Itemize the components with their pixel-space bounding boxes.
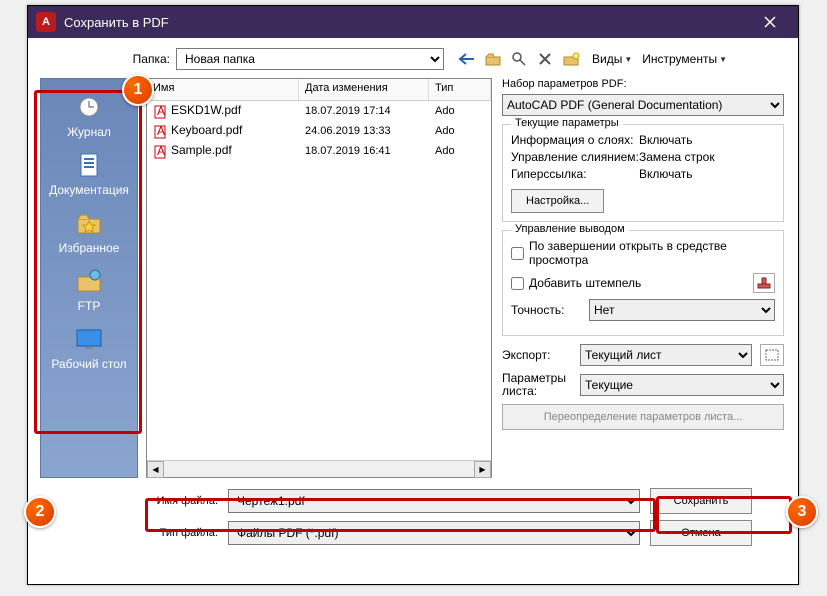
up-folder-icon[interactable]: [482, 48, 504, 70]
chevron-down-icon: ▼: [624, 55, 632, 64]
scroll-left-icon[interactable]: ◀: [147, 461, 164, 478]
star-folder-icon: [73, 209, 105, 237]
place-history[interactable]: Журнал: [41, 89, 137, 143]
place-documents[interactable]: Документация: [41, 147, 137, 201]
chevron-down-icon: ▼: [719, 55, 727, 64]
folder-select[interactable]: Новая папка: [176, 48, 444, 70]
group-title: Управление выводом: [511, 223, 629, 235]
main-area: Журнал Документация Избранное FTP Рабочи…: [40, 78, 786, 478]
override-button[interactable]: Переопределение параметров листа...: [502, 404, 784, 430]
window-title: Сохранить в PDF: [64, 15, 750, 30]
cancel-button[interactable]: Отмена: [650, 520, 752, 546]
export-select[interactable]: Текущий лист: [580, 344, 752, 366]
annotation-badge-3: 3: [786, 496, 818, 528]
settings-button[interactable]: Настройка...: [511, 189, 604, 213]
delete-icon[interactable]: [534, 48, 556, 70]
save-button[interactable]: Сохранить: [650, 488, 752, 514]
annotation-badge-1: 1: [122, 74, 154, 106]
filename-input[interactable]: Чертеж1.pdf: [228, 489, 640, 513]
stamp-icon[interactable]: [753, 273, 775, 293]
place-ftp[interactable]: FTP: [41, 263, 137, 317]
pdf-icon: A: [153, 105, 167, 119]
pdf-icon: A: [153, 145, 167, 159]
app-icon: A: [36, 12, 56, 32]
group-title: Текущие параметры: [511, 117, 623, 129]
right-panel: Набор параметров PDF: AutoCAD PDF (Gener…: [500, 78, 786, 478]
filename-label: Имя файла:: [146, 495, 218, 507]
preset-select[interactable]: AutoCAD PDF (General Documentation): [502, 94, 784, 116]
folder-label: Папка:: [128, 52, 170, 66]
col-date[interactable]: Дата изменения: [299, 79, 429, 100]
svg-text:A: A: [157, 105, 165, 118]
place-desktop[interactable]: Рабочий стол: [41, 321, 137, 375]
clock-icon: [73, 93, 105, 121]
file-list: Имя Дата изменения Тип AESKD1W.pdf 18.07…: [146, 78, 492, 478]
svg-text:A: A: [157, 125, 165, 138]
pdf-icon: A: [153, 125, 167, 139]
toolbar-icons: [456, 48, 582, 70]
doc-icon: [73, 151, 105, 179]
stamp-checkbox[interactable]: [511, 277, 524, 290]
titlebar: A Сохранить в PDF: [28, 6, 798, 38]
output-group: Управление выводом По завершении открыть…: [502, 230, 784, 336]
file-row[interactable]: AESKD1W.pdf 18.07.2019 17:14 Ado: [147, 101, 491, 121]
places-bar: Журнал Документация Избранное FTP Рабочи…: [40, 78, 138, 478]
new-folder-icon[interactable]: [560, 48, 582, 70]
col-name[interactable]: Имя: [147, 79, 299, 100]
folder-row: Папка: Новая папка Виды ▼ Инструменты ▼: [40, 48, 786, 70]
annotation-badge-2: 2: [24, 496, 56, 528]
dialog-body: Папка: Новая папка Виды ▼ Инструменты ▼ …: [28, 38, 798, 584]
close-icon: [764, 16, 776, 28]
preset-label: Набор параметров PDF:: [502, 78, 784, 90]
ftp-icon: [73, 267, 105, 295]
sheet-params-select[interactable]: Текущие: [580, 374, 784, 396]
file-headers: Имя Дата изменения Тип: [147, 79, 491, 101]
open-after-checkbox[interactable]: [511, 247, 524, 260]
precision-select[interactable]: Нет: [589, 299, 775, 321]
h-scrollbar[interactable]: ◀ ▶: [147, 460, 491, 477]
filename-row: Имя файла: Чертеж1.pdf Сохранить: [40, 488, 786, 514]
file-row[interactable]: AKeyboard.pdf 24.06.2019 13:33 Ado: [147, 121, 491, 141]
place-favorites[interactable]: Избранное: [41, 205, 137, 259]
desktop-icon: [73, 325, 105, 353]
filetype-label: Тип файла:: [146, 527, 218, 539]
svg-text:A: A: [157, 145, 165, 158]
file-rows: AESKD1W.pdf 18.07.2019 17:14 Ado AKeyboa…: [147, 101, 491, 460]
col-type[interactable]: Тип: [429, 79, 491, 100]
current-params-group: Текущие параметры Информация о слоях:Вкл…: [502, 124, 784, 222]
search-icon[interactable]: [508, 48, 530, 70]
views-menu[interactable]: Виды ▼: [592, 52, 632, 66]
tools-menu[interactable]: Инструменты ▼: [642, 52, 727, 66]
back-icon[interactable]: [456, 48, 478, 70]
close-button[interactable]: [750, 6, 790, 38]
filetype-row: Тип файла: Файлы PDF (*.pdf) Отмена: [40, 520, 786, 546]
filetype-select[interactable]: Файлы PDF (*.pdf): [228, 521, 640, 545]
scroll-right-icon[interactable]: ▶: [474, 461, 491, 478]
window-select-icon[interactable]: [760, 344, 784, 366]
file-row[interactable]: ASample.pdf 18.07.2019 16:41 Ado: [147, 141, 491, 161]
